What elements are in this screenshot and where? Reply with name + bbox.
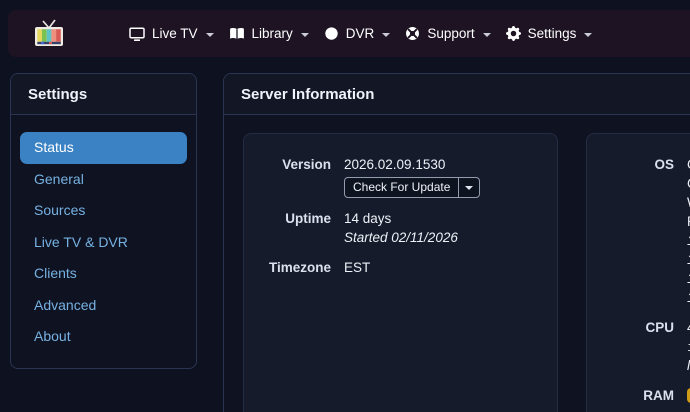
life-ring-icon (406, 27, 420, 40)
display-icon (129, 26, 145, 41)
channels-tv-logo[interactable] (33, 18, 65, 49)
uptime-label: Uptime (285, 211, 331, 226)
chevron-down-icon (205, 32, 214, 37)
update-dropdown-toggle[interactable] (458, 178, 479, 197)
timezone-label: Timezone (268, 260, 331, 275)
version-value-block: 2026.02.09.1530 Check For Update (344, 155, 481, 198)
nav-item-settings[interactable]: Settings (505, 26, 593, 41)
top-navbar: Live TV Library DVR Support Settings (8, 10, 690, 57)
os-row: OS G G W P 1 1 1 1 (587, 155, 690, 307)
sidebar-title: Settings (11, 74, 196, 115)
check-for-update-button[interactable]: Check For Update (344, 177, 481, 198)
sidebar-item-general[interactable]: General (20, 164, 187, 196)
uptime-started-note: Started 02/11/2026 (344, 230, 458, 245)
chevron-down-icon (382, 32, 391, 37)
nav-item-label: Live TV (152, 26, 198, 41)
tv-logo-icon (35, 18, 63, 46)
check-for-update-label: Check For Update (353, 180, 451, 194)
uptime-value: 14 days (344, 211, 392, 226)
record-circle-icon (325, 27, 338, 40)
chevron-down-icon (482, 32, 491, 37)
version-row: Version 2026.02.09.1530 Check For Update (244, 155, 557, 198)
os-label: OS (654, 157, 674, 172)
nav-item-library[interactable]: Library (229, 26, 309, 42)
nav-item-live-tv[interactable]: Live TV (129, 26, 214, 42)
ram-row: RAM (587, 386, 690, 408)
settings-sidebar: Settings Status General Sources Live TV … (10, 73, 197, 369)
system-info-panel: OS G G W P 1 1 1 1 CPU 4 i lo (586, 133, 690, 412)
cpu-label: CPU (645, 320, 674, 335)
server-information-body: Version 2026.02.09.1530 Check For Update… (224, 115, 690, 412)
sidebar-item-about[interactable]: About (20, 321, 187, 353)
server-information-card: Server Information Version 2026.02.09.15… (223, 73, 690, 412)
nav-item-dvr[interactable]: DVR (324, 26, 391, 41)
nav-item-label: Library (251, 26, 293, 41)
chevron-down-icon (465, 185, 474, 190)
cpu-row: CPU 4 i lo (587, 318, 690, 375)
ram-label: RAM (643, 388, 674, 403)
book-icon (229, 27, 244, 39)
nav-item-support[interactable]: Support (405, 26, 491, 41)
sidebar-item-sources[interactable]: Sources (20, 195, 187, 227)
sidebar-item-live-tv-dvr[interactable]: Live TV & DVR (20, 227, 187, 259)
nav-item-label: Support (427, 26, 475, 41)
sidebar-item-advanced[interactable]: Advanced (20, 290, 187, 322)
version-label: Version (282, 157, 331, 172)
nav-item-label: DVR (345, 26, 375, 41)
page-title: Server Information (224, 74, 690, 115)
nav-menu: Live TV Library DVR Support Settings (129, 26, 593, 42)
uptime-row: Uptime 14 days Started 02/11/2026 (244, 209, 557, 247)
nav-item-label: Settings (527, 26, 577, 41)
sidebar-menu: Status General Sources Live TV & DVR Cli… (11, 115, 196, 370)
sidebar-item-status[interactable]: Status (20, 132, 187, 164)
chevron-down-icon (300, 32, 309, 37)
chevron-down-icon (584, 32, 593, 37)
sidebar-item-clients[interactable]: Clients (20, 258, 187, 290)
version-value: 2026.02.09.1530 (344, 157, 446, 172)
timezone-value: EST (344, 260, 371, 275)
timezone-row: Timezone EST (244, 258, 557, 277)
server-info-panel: Version 2026.02.09.1530 Check For Update… (243, 133, 558, 412)
gear-icon (505, 26, 521, 41)
uptime-value-block: 14 days Started 02/11/2026 (344, 209, 458, 247)
